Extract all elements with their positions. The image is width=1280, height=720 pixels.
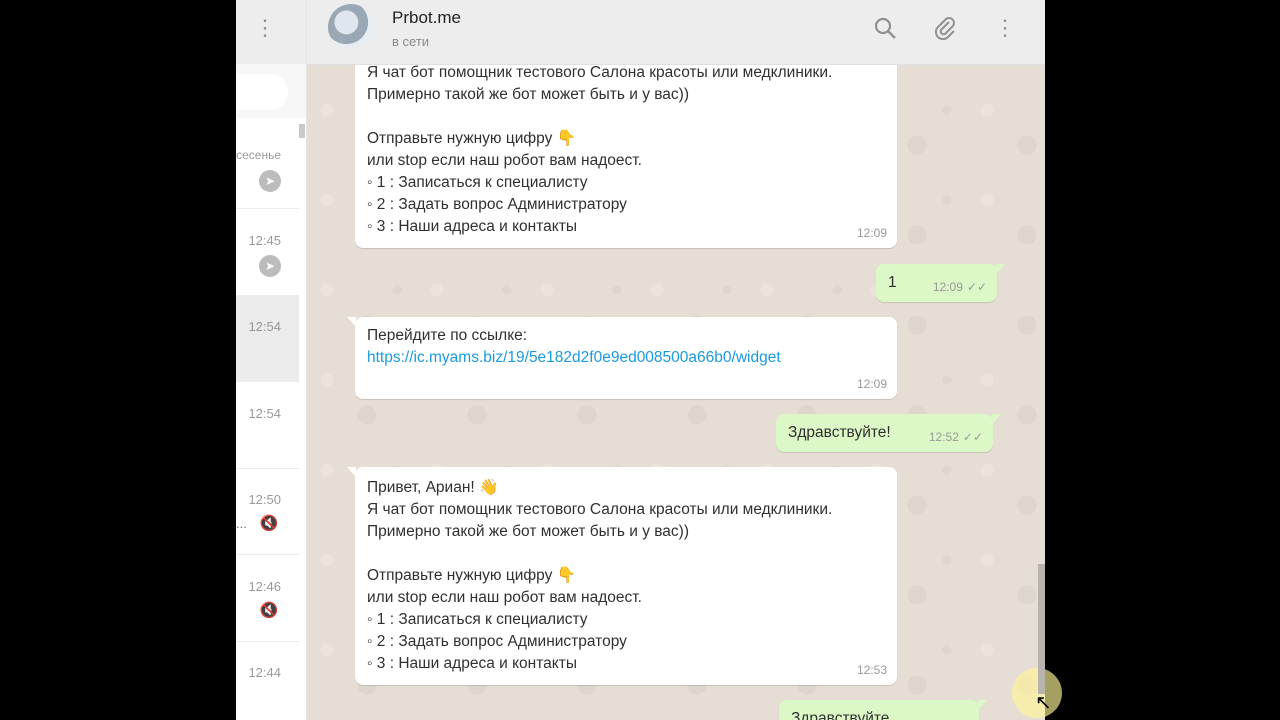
contact-name[interactable]: Prbot.me xyxy=(392,8,461,28)
message-meta: 12:52 ✓✓ xyxy=(929,426,983,448)
conversation-header: Prbot.me в сети ⋮ xyxy=(307,0,1045,65)
message-time: 12:09 xyxy=(856,226,887,240)
message-time: 12:09 xyxy=(932,280,963,294)
whatsapp-window: ⋮ всесенье ➤ 12:45 ➤ 12:54 12:54 12:50 .… xyxy=(236,0,1045,720)
message-bubble-outgoing: Здравствуйте! 12:52 ✓✓ xyxy=(776,414,1001,452)
menu-dots-icon[interactable]: ⋮ xyxy=(991,14,1019,42)
message-time: 12:53 xyxy=(856,663,887,677)
sidebar-scrollbar[interactable] xyxy=(299,124,305,138)
chat-time: 12:50 xyxy=(248,492,281,507)
chat-time: 12:54 xyxy=(248,406,281,421)
read-receipt-icon: ✓✓ xyxy=(962,430,983,444)
search-input[interactable] xyxy=(236,74,288,110)
message-bubble-incoming: Я чат бот помощник тестового Салона крас… xyxy=(347,52,897,248)
message-text: Я чат бот помощник тестового Салона крас… xyxy=(367,64,833,235)
chat-time: 12:44 xyxy=(248,665,281,680)
chat-list-item[interactable]: 12:45 ➤ xyxy=(236,209,299,296)
chat-time: всесенье xyxy=(236,148,281,162)
chat-list-item[interactable]: 12:46 🔇 xyxy=(236,555,299,642)
pin-icon: ➤ xyxy=(259,170,281,192)
chat-list-item[interactable]: 12:54 xyxy=(236,295,299,382)
conversation-scrollbar[interactable] xyxy=(1038,564,1045,694)
conversation-pane: Prbot.me в сети ⋮ Я чат бот помощник тес… xyxy=(307,0,1045,720)
chat-time: 12:46 xyxy=(248,579,281,594)
chat-list-item[interactable]: 12:54 xyxy=(236,382,299,469)
chat-list-item[interactable]: всесенье ➤ xyxy=(236,124,299,209)
chat-time: 12:45 xyxy=(248,233,281,248)
chat-snippet: ... xyxy=(236,516,247,531)
menu-dots-icon[interactable]: ⋮ xyxy=(254,16,276,40)
paperclip-icon[interactable] xyxy=(931,14,959,42)
message-text: Здравствуйте xyxy=(791,710,890,720)
message-bubble-incoming: Перейдите по ссылке: https://ic.myams.biz… xyxy=(347,317,897,399)
mute-icon: 🔇 xyxy=(259,602,279,619)
contact-status: в сети xyxy=(392,34,430,49)
search-icon[interactable] xyxy=(871,14,899,42)
chat-time: 12:54 xyxy=(248,319,281,334)
chat-list-sidebar: ⋮ всесенье ➤ 12:45 ➤ 12:54 12:54 12:50 .… xyxy=(236,0,307,720)
pin-icon: ➤ xyxy=(259,255,281,277)
chat-list-item[interactable]: 12:50 ... 🔇 xyxy=(236,468,299,555)
message-bubble-outgoing: Здравствуйте xyxy=(779,700,987,720)
message-bubble-outgoing: 1 12:09 ✓✓ xyxy=(876,264,1005,302)
message-time: 12:52 xyxy=(928,430,959,444)
message-bubble-incoming: Привет, Ариан! 👋 Я чат бот помощник тест… xyxy=(347,467,897,685)
chat-list-item[interactable]: 12:44 xyxy=(236,641,299,720)
message-text: Привет, Ариан! 👋 Я чат бот помощник тест… xyxy=(367,479,833,672)
mute-icon: 🔇 xyxy=(259,515,279,532)
message-time: 12:09 xyxy=(856,377,887,391)
search-bar xyxy=(236,64,306,118)
avatar[interactable] xyxy=(328,4,374,50)
message-text: Перейдите по ссылке: xyxy=(367,327,528,344)
sidebar-header: ⋮ xyxy=(236,0,306,64)
read-receipt-icon: ✓✓ xyxy=(966,280,987,294)
message-meta: 12:09 ✓✓ xyxy=(933,276,987,298)
message-link[interactable]: https://ic.myams.biz/19/5e182d2f0e9ed008… xyxy=(367,349,781,366)
